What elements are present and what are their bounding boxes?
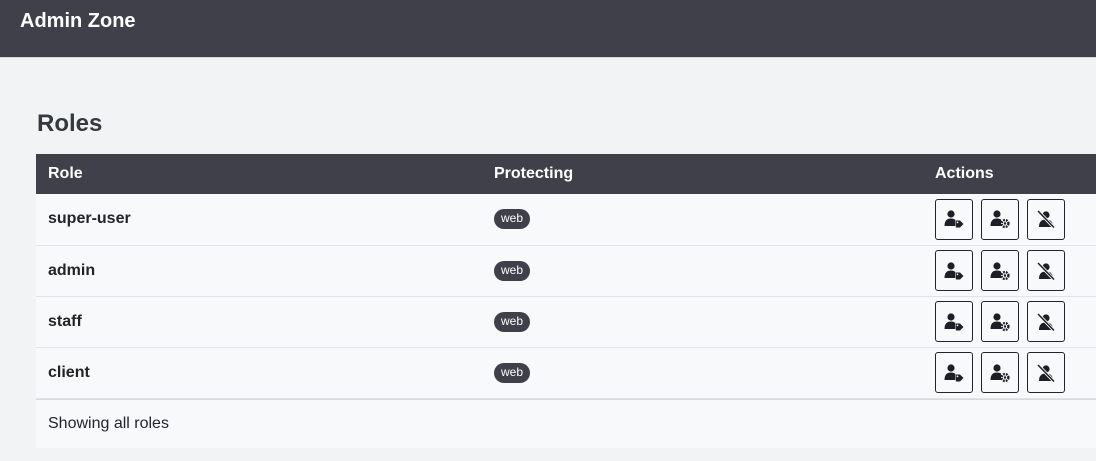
user-cog-icon — [990, 210, 1010, 229]
page-title: Roles — [37, 110, 103, 137]
edit-role-button[interactable] — [981, 250, 1019, 291]
assign-permissions-button[interactable] — [935, 198, 973, 240]
table-footer: Showing all roles — [36, 398, 1096, 448]
actions-cell — [923, 245, 1096, 296]
user-tag-icon — [944, 261, 964, 279]
user-cog-icon — [990, 363, 1010, 382]
footer-text: Showing all roles — [48, 414, 169, 432]
role-name: staff — [48, 312, 82, 330]
actions-cell — [923, 296, 1096, 347]
assign-permissions-button[interactable] — [935, 352, 973, 393]
user-slash-icon — [1036, 363, 1056, 383]
user-cog-icon — [990, 312, 1010, 331]
roles-table: Role Protecting Actions super-user web a… — [36, 154, 1096, 399]
role-name: client — [48, 363, 90, 381]
guard-badge: web — [494, 311, 531, 332]
user-tag-icon — [944, 363, 964, 381]
guard-cell: web — [482, 347, 923, 398]
table-row: client web — [36, 347, 1096, 398]
guard-badge: web — [494, 209, 531, 230]
guard-badge: web — [494, 362, 531, 383]
delete-role-button[interactable] — [1027, 301, 1065, 342]
delete-role-button[interactable] — [1027, 198, 1065, 240]
column-header-protecting: Protecting — [494, 165, 574, 182]
role-name: super-user — [48, 210, 131, 228]
guard-cell: web — [482, 296, 923, 347]
table-row: admin web — [36, 245, 1096, 296]
guard-badge: web — [494, 260, 531, 281]
assign-permissions-button[interactable] — [935, 250, 973, 291]
table-row: staff web — [36, 296, 1096, 347]
delete-role-button[interactable] — [1027, 352, 1065, 393]
actions-cell — [923, 347, 1096, 398]
guard-cell: web — [482, 245, 923, 296]
actions-cell — [923, 194, 1096, 245]
user-slash-icon — [1036, 312, 1056, 332]
column-header-role: Role — [48, 165, 83, 182]
role-name: admin — [48, 261, 96, 279]
table-header-row: Role Protecting Actions — [36, 154, 1096, 194]
user-tag-icon — [944, 312, 964, 330]
app-title[interactable]: Admin Zone — [20, 10, 136, 33]
assign-permissions-button[interactable] — [935, 301, 973, 342]
top-navbar: Admin Zone — [0, 0, 1096, 58]
roles-card: Role Protecting Actions super-user web a… — [36, 154, 1096, 448]
user-slash-icon — [1036, 210, 1056, 229]
edit-role-button[interactable] — [981, 198, 1019, 240]
edit-role-button[interactable] — [981, 352, 1019, 393]
column-header-actions: Actions — [935, 165, 994, 182]
table-row: super-user web — [36, 194, 1096, 245]
guard-cell: web — [482, 194, 923, 245]
edit-role-button[interactable] — [981, 301, 1019, 342]
user-tag-icon — [944, 210, 964, 228]
user-slash-icon — [1036, 261, 1056, 281]
delete-role-button[interactable] — [1027, 250, 1065, 291]
user-cog-icon — [990, 261, 1010, 280]
